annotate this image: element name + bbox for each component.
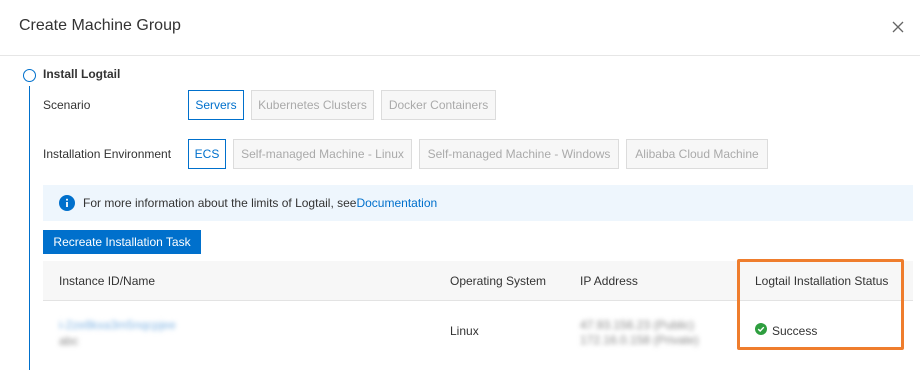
scenario-option-servers[interactable]: Servers — [188, 90, 244, 120]
dialog-title: Create Machine Group — [19, 17, 181, 34]
ip-address-private: 172.16.0.158 (Private) — [580, 333, 699, 347]
environment-option-ecs[interactable]: ECS — [188, 139, 226, 169]
notice-text: For more information about the limits of… — [83, 196, 437, 210]
step-title: Install Logtail — [43, 67, 121, 81]
status-highlight-box — [737, 259, 904, 350]
environment-option-windows[interactable]: Self-managed Machine - Windows — [419, 139, 619, 169]
info-notice: For more information about the limits of… — [43, 185, 913, 221]
os-cell: Linux — [450, 324, 479, 338]
documentation-link[interactable]: Documentation — [356, 196, 437, 210]
scenario-option-kubernetes[interactable]: Kubernetes Clusters — [251, 90, 374, 120]
instance-name: abc — [59, 334, 79, 348]
scenario-label: Scenario — [43, 98, 91, 112]
close-icon[interactable] — [888, 17, 908, 37]
dialog-header: Create Machine Group — [0, 0, 920, 56]
notice-message: For more information about the limits of… — [83, 196, 357, 210]
ip-address-public: 47.93.156.23 (Public) — [580, 318, 695, 332]
step-indicator — [23, 69, 36, 82]
environment-label: Installation Environment — [43, 147, 172, 161]
scenario-option-docker[interactable]: Docker Containers — [381, 90, 496, 120]
column-header-ip: IP Address — [580, 274, 638, 288]
column-header-os: Operating System — [450, 274, 547, 288]
instance-id-link[interactable]: i-2ze8kxa3m5nqcpjee — [59, 318, 176, 332]
environment-option-linux[interactable]: Self-managed Machine - Linux — [233, 139, 412, 169]
info-icon — [59, 195, 75, 211]
step-connector — [29, 86, 30, 370]
column-header-instance: Instance ID/Name — [59, 274, 156, 288]
recreate-installation-task-button[interactable]: Recreate Installation Task — [43, 230, 201, 254]
environment-option-alibaba[interactable]: Alibaba Cloud Machine — [626, 139, 768, 169]
